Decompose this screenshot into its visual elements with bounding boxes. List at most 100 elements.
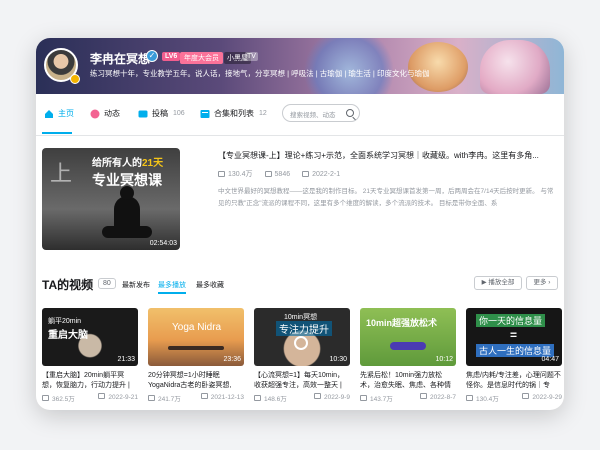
video-duration: 23:36 xyxy=(223,356,241,363)
ring-icon xyxy=(294,336,308,350)
thumb-text: 专注力提升 xyxy=(276,321,332,336)
publish-date: 2022-9-9 xyxy=(313,393,350,403)
banner-art xyxy=(408,42,468,92)
user-signature: 练习冥想十年，专业教学五年。说人话，接地气，分享冥想 | 呼吸法 | 古瑜伽 |… xyxy=(90,69,430,78)
username[interactable]: 李冉在冥想 xyxy=(90,50,150,67)
thumb-text-a: 给所有人的 xyxy=(92,158,142,169)
vip-badge[interactable]: 年度大会员 xyxy=(180,52,223,64)
search-input[interactable]: 搜索视频、动态 xyxy=(282,104,360,122)
publish-date: 2022-8-7 xyxy=(419,393,456,403)
video-meta: 362.5万 2022-9-21 xyxy=(42,393,138,403)
thumb-text: 10min超强放松术 xyxy=(366,318,438,328)
section-title: TA的视频 xyxy=(42,278,94,292)
collection-icon xyxy=(200,109,210,119)
view-count: 130.4万 xyxy=(466,393,499,403)
publish-date-value: 2022-9-29 xyxy=(532,394,562,401)
sort-most-played[interactable]: 最多播放 xyxy=(158,280,186,290)
play-all-button[interactable]: ▶ 播放全部 xyxy=(474,276,522,290)
sort-newest[interactable]: 最新发布 xyxy=(122,280,150,290)
clock-icon xyxy=(302,171,310,177)
publish-date: 2022-2-1 xyxy=(302,169,340,179)
video-card[interactable]: 10min冥想 专注力提升 10:30 【心流冥想=1】每天10min，收获超强… xyxy=(254,308,350,403)
thumb-text: Yoga Nidra xyxy=(172,322,222,333)
video-meta: 148.6万 2022-9-9 xyxy=(254,393,350,403)
sort-most-favorited[interactable]: 最多收藏 xyxy=(196,280,224,290)
tab-collections-count: 12 xyxy=(259,110,267,117)
banner-art xyxy=(304,38,394,94)
tab-home[interactable]: 主页 xyxy=(44,108,74,119)
equals-sign: = xyxy=(510,328,518,342)
view-count-value: 143.7万 xyxy=(370,396,393,403)
banner-art xyxy=(480,40,550,94)
video-card[interactable]: 躺平20min 重启大脑 21:33 【重启大脑】20min躺平冥想，恢复脑力，… xyxy=(42,308,138,403)
video-meta: 130.4万 2022-9-29 xyxy=(466,393,562,403)
tab-dynamic-label: 动态 xyxy=(104,109,120,118)
featured-title[interactable]: 【专业冥想课-上】理论+练习+示范，全面系统学习冥想｜收藏级。with李冉。这里… xyxy=(218,150,558,161)
play-all-label: 播放全部 xyxy=(488,279,515,286)
video-thumbnail[interactable]: Yoga Nidra 23:36 xyxy=(148,308,244,366)
play-icon xyxy=(42,395,49,401)
thumb-text: 你一天的信息量 xyxy=(476,314,546,327)
play-icon xyxy=(360,395,367,401)
video-thumbnail[interactable]: 10min冥想 专注力提升 10:30 xyxy=(254,308,350,366)
video-thumbnail[interactable]: 你一天的信息量 = 古人一生的信息量 04:47 xyxy=(466,308,562,366)
video-title[interactable]: 【重启大脑】20min躺平冥想，恢复脑力，行动力提升 | xyxy=(42,371,138,391)
play-icon xyxy=(218,171,225,177)
featured-meta: 130.4万 5846 2022-2-1 xyxy=(218,169,340,179)
video-duration: 10:12 xyxy=(435,356,453,363)
view-count-value: 130.4万 xyxy=(228,171,253,178)
view-count-value: 148.6万 xyxy=(264,396,287,403)
video-icon xyxy=(138,109,148,119)
video-card[interactable]: Yoga Nidra 23:36 20分钟冥想=1小时睡眠 YogaNidra古… xyxy=(148,308,244,403)
tab-dynamic[interactable]: 动态 xyxy=(90,108,120,119)
thumb-text: 躺平20min xyxy=(48,318,82,325)
play-icon xyxy=(254,395,261,401)
video-thumbnail[interactable]: 躺平20min 重启大脑 21:33 xyxy=(42,308,138,366)
tab-collections[interactable]: 合集和列表 12 xyxy=(200,108,267,119)
meditation-figure xyxy=(102,186,152,238)
video-card[interactable]: 你一天的信息量 = 古人一生的信息量 04:47 焦虑/内耗/专注差，心理问题不… xyxy=(466,308,562,403)
featured-thumbnail[interactable]: 上 给所有人的21天 专业冥想课 02:54:03 xyxy=(42,148,180,250)
tab-submissions[interactable]: 投稿 106 xyxy=(138,108,185,119)
thumb-text: 重启大脑 xyxy=(48,330,88,341)
publish-date-value: 2022-9-9 xyxy=(323,394,350,401)
sort-active-indicator xyxy=(158,292,186,294)
publish-date: 2022-9-21 xyxy=(98,393,138,403)
clock-icon xyxy=(98,393,106,399)
avatar-badge-icon xyxy=(70,74,80,84)
video-title[interactable]: 先紧后松！10min强力放松术，治愈失眠、焦虑、各种情 xyxy=(360,371,456,391)
view-count: 362.5万 xyxy=(42,393,75,403)
clock-icon xyxy=(313,393,321,399)
clock-icon xyxy=(200,393,208,399)
video-thumbnail[interactable]: 10min超强放松术 10:12 xyxy=(360,308,456,366)
publish-date: 2022-9-29 xyxy=(522,393,562,403)
more-label: 更多 xyxy=(533,279,547,286)
video-title[interactable]: 【心流冥想=1】每天10min，收获超强专注，高效一整天 | 专 xyxy=(254,371,350,391)
search-icon[interactable] xyxy=(346,109,354,117)
view-count-value: 130.4万 xyxy=(476,396,499,403)
reclining-figure xyxy=(168,346,224,350)
video-duration: 21:33 xyxy=(117,356,135,363)
thumb-text: 给所有人的21天 xyxy=(92,154,163,169)
video-title[interactable]: 焦虑/内耗/专注差，心理问题不怪你。是信息时代的锅｜专 xyxy=(466,371,562,391)
verified-icon: ✓ xyxy=(146,50,158,62)
video-duration: 02:54:03 xyxy=(149,240,177,247)
more-button[interactable]: 更多 › xyxy=(526,276,558,290)
publish-date-value: 2022-8-7 xyxy=(429,394,456,401)
view-count: 143.7万 xyxy=(360,393,393,403)
tab-home-label: 主页 xyxy=(58,109,74,118)
view-count: 130.4万 xyxy=(218,169,253,179)
featured-description: 中文世界最好的冥想教程——这是我的制作目标。 21天专业冥想课首发第一周，后两周… xyxy=(218,188,554,207)
publish-date-value: 2022-9-21 xyxy=(108,394,138,401)
publish-date: 2021-12-13 xyxy=(200,393,244,403)
video-meta: 143.7万 2022-8-7 xyxy=(360,393,456,403)
tab-submissions-label: 投稿 xyxy=(152,109,168,118)
video-card[interactable]: 10min超强放松术 10:12 先紧后松！10min强力放松术，治愈失眠、焦虑… xyxy=(360,308,456,403)
tab-collections-label: 合集和列表 xyxy=(214,109,254,118)
video-title[interactable]: 20分钟冥想=1小时睡眠 YogaNidra古老的卧姿冥想, xyxy=(148,371,244,391)
clock-icon xyxy=(522,393,530,399)
clock-icon xyxy=(419,393,427,399)
play-icon xyxy=(466,395,473,401)
view-count-value: 241.7万 xyxy=(158,396,181,403)
publish-date-value: 2021-12-13 xyxy=(210,394,244,401)
